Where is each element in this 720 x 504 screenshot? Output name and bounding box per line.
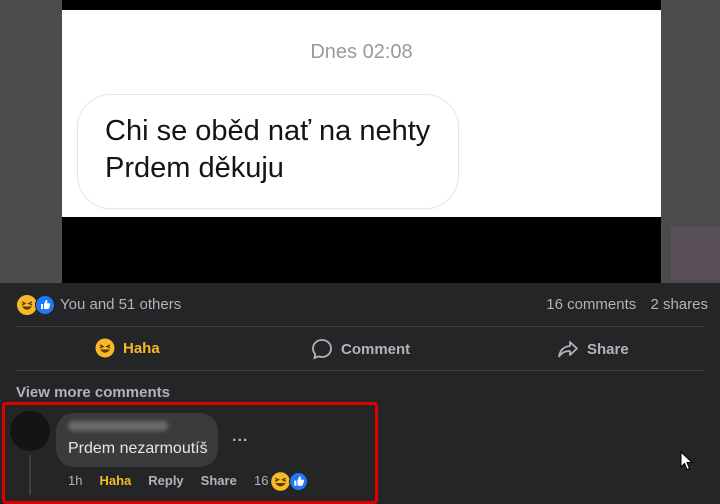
comment-button-label: Comment	[341, 340, 411, 358]
comment-reaction-count[interactable]: 16	[254, 473, 268, 488]
chat-screenshot: Dnes 02:08 Chi se oběd nať na nehty Prde…	[62, 0, 661, 283]
comment-text: Prdem nezarmoutíš	[68, 440, 208, 457]
comment-reply-button[interactable]: Reply	[148, 473, 183, 488]
reaction-icons[interactable]	[16, 294, 56, 316]
reactions-summary[interactable]: You and 51 others	[60, 296, 181, 313]
message-line: Prdem děkuju	[105, 152, 284, 184]
share-icon	[558, 341, 578, 358]
shares-count[interactable]: 2 shares	[650, 296, 708, 313]
share-button-label: Share	[587, 340, 629, 358]
haha-icon	[95, 338, 115, 358]
message-line: Chi se oběd nať na nehty	[105, 115, 431, 147]
comment-reaction-icons[interactable]	[270, 471, 310, 492]
comment-button[interactable]: Comment	[311, 338, 410, 360]
chat-screen: Dnes 02:08 Chi se oběd nať na nehty Prde…	[62, 10, 661, 217]
haha-button-label: Haha	[123, 339, 160, 357]
comment-more-options-icon[interactable]: ...	[232, 428, 248, 446]
divider	[16, 370, 704, 371]
comment-bubble[interactable]: Prdem nezarmoutíš	[56, 413, 218, 467]
comment-actions: 1h Haha Reply Share	[68, 473, 254, 488]
haha-reaction-icon	[270, 471, 291, 492]
haha-button[interactable]: Haha	[95, 338, 160, 358]
comment-haha-button[interactable]: Haha	[99, 473, 131, 488]
image-side-strip-left	[0, 0, 62, 283]
message-bubble: Chi se oběd nať na nehty Prdem děkuju	[77, 94, 459, 209]
message-timestamp: Dnes 02:08	[310, 41, 413, 63]
comment-time[interactable]: 1h	[68, 473, 82, 488]
thread-line	[29, 455, 31, 495]
post-stats-bar: You and 51 others 16 comments 2 shares	[0, 283, 720, 325]
post-actions: Haha Comment Share	[0, 326, 720, 370]
commenter-avatar[interactable]	[10, 411, 50, 451]
next-image-thumbnail[interactable]	[671, 227, 720, 280]
like-reaction-icon	[35, 295, 55, 315]
post-image-area[interactable]: Dnes 02:08 Chi se oběd nať na nehty Prde…	[0, 0, 720, 283]
commenter-name-redacted	[68, 421, 168, 431]
share-button[interactable]: Share	[557, 338, 629, 360]
engagement-counts: 16 comments 2 shares	[536, 296, 708, 313]
mouse-cursor-icon	[680, 451, 694, 471]
view-more-comments-link[interactable]: View more comments	[16, 384, 170, 401]
comments-count[interactable]: 16 comments	[546, 296, 636, 313]
like-reaction-icon	[289, 472, 308, 491]
comment-icon	[312, 339, 332, 360]
comment-share-button[interactable]: Share	[201, 473, 237, 488]
